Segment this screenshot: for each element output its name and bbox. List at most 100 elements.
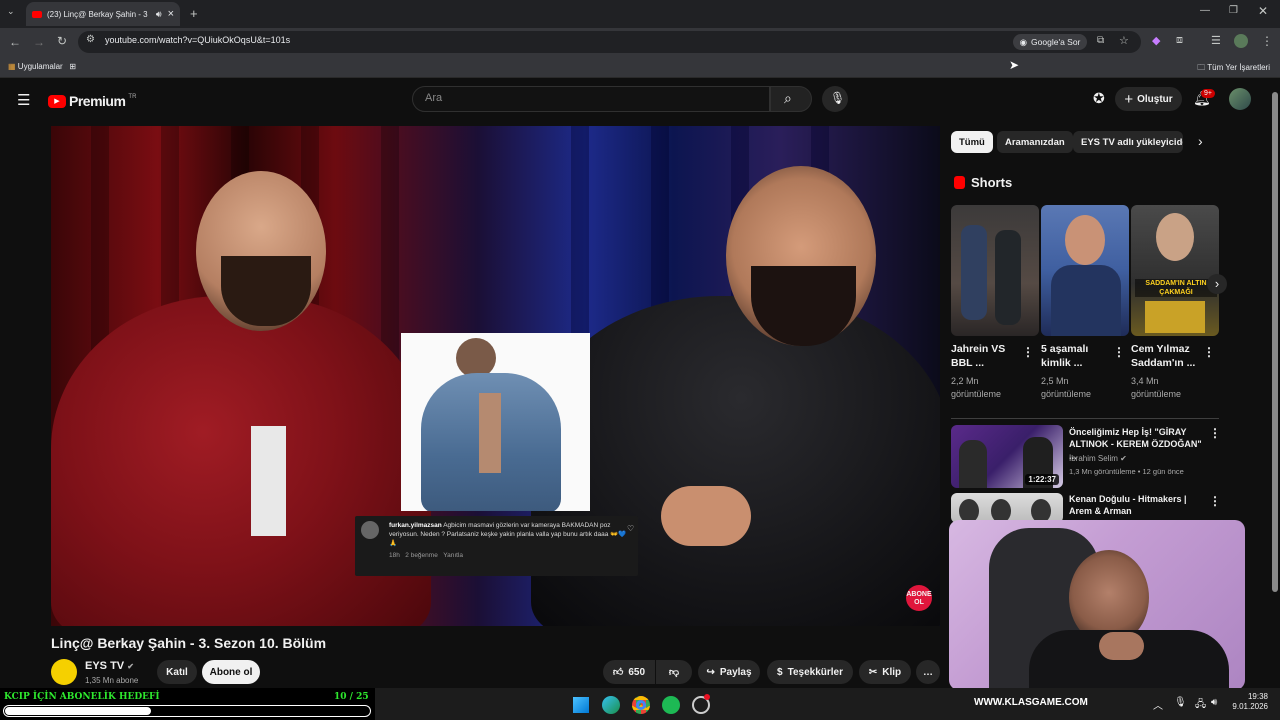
ask-google-button[interactable]: ◉ Google'a Sor [1013, 34, 1087, 50]
shorts-next-icon[interactable]: › [1207, 274, 1227, 294]
more-actions-button[interactable]: … [916, 660, 940, 684]
short-2-menu-icon[interactable]: ⋮ [1113, 345, 1125, 359]
join-button[interactable]: Katıl [157, 660, 197, 684]
divider [951, 418, 1219, 419]
create-button[interactable]: + Oluştur [1115, 87, 1182, 111]
thanks-label: Teşekkürler [787, 666, 843, 678]
share-button[interactable]: ↪ Paylaş [698, 660, 760, 684]
reload-icon[interactable]: ↻ [57, 34, 67, 48]
streamer-hand [1099, 632, 1144, 660]
short-thumb-2[interactable] [1041, 205, 1129, 336]
premium-gift-icon[interactable]: ✪ [1093, 90, 1105, 107]
comment-reply: Yanıtla [443, 552, 463, 560]
short-title-1[interactable]: Jahrein VS BBL ... [951, 342, 1027, 370]
reading-list-icon[interactable]: ☰ [1211, 34, 1221, 47]
chip-all[interactable]: Tümü [951, 131, 993, 153]
tab-close-icon[interactable]: × [168, 8, 174, 20]
bookmark-star-icon[interactable]: ☆ [1119, 34, 1129, 47]
rec-title-2[interactable]: Kenan Doğulu - Hitmakers | Arem & Arman [1069, 493, 1209, 517]
tab-list-icon[interactable]: ⌄ [7, 6, 15, 17]
all-bookmarks[interactable]: 🗀︎ Tüm Yer İşaretleri [1197, 62, 1270, 76]
tab-groups-icon[interactable]: ⊞ [69, 62, 76, 71]
short2-face [1065, 215, 1105, 265]
create-label: Oluştur [1137, 93, 1173, 105]
tray-volume-icon[interactable]: 🔊︎ [1211, 697, 1217, 708]
scrollbar-thumb[interactable] [1272, 92, 1278, 592]
install-icon[interactable]: ⧉ [1097, 35, 1104, 46]
short-title-2[interactable]: 5 aşamalı kimlik ... [1041, 342, 1117, 370]
clip-button[interactable]: ✂ Klip [859, 660, 911, 684]
chrome-menu-icon[interactable]: ⋮ [1261, 34, 1273, 48]
search-icon: ⌕ [784, 90, 792, 106]
voice-search-button[interactable]: 🎙︎ [822, 86, 848, 112]
app-notification-dot [704, 694, 710, 700]
windows-start-icon[interactable] [573, 697, 589, 713]
browser-tab[interactable]: (23) Linç@ Berkay Şahin - 3 🔊︎ × [26, 2, 180, 26]
folder-icon: 🗀︎ [1197, 63, 1206, 72]
short-1-menu-icon[interactable]: ⋮ [1022, 345, 1034, 359]
youtube-logo[interactable]: ▶ Premium TR [48, 93, 136, 109]
hamburger-menu-icon[interactable]: ☰ [17, 91, 30, 109]
short-views-2: 2,5 Mn görüntüleme [1041, 376, 1092, 399]
minimize-icon[interactable]: — [1200, 5, 1210, 16]
tray-chevron-icon[interactable]: ︿ [1153, 697, 1163, 712]
chip-from-uploader[interactable]: EYS TV adlı yükleyiciden [1073, 131, 1183, 153]
back-icon[interactable]: ← [9, 35, 21, 49]
tray-mic-icon[interactable]: 🎙︎ [1174, 697, 1187, 708]
tab-title: (23) Linç@ Berkay Şahin - 3 [47, 9, 148, 19]
thanks-button[interactable]: $ Teşekkürler [767, 660, 853, 684]
chip-from-search[interactable]: Aramanızdan [997, 131, 1073, 153]
search-button[interactable]: ⌕ [770, 86, 812, 112]
rec-1-menu-icon[interactable]: ⋮ [1209, 426, 1221, 440]
maximize-icon[interactable]: ❐ [1229, 5, 1238, 16]
chrome-icon[interactable] [632, 696, 650, 714]
extensions-puzzle-icon[interactable]: ⧈ [1176, 34, 1183, 47]
spotify-icon[interactable] [662, 696, 680, 714]
channel-name[interactable]: EYS TV ✔ [85, 660, 134, 672]
short-3-menu-icon[interactable]: ⋮ [1203, 345, 1215, 359]
rec-thumb-1[interactable]: 1:22:37 [951, 425, 1063, 488]
edge-icon[interactable] [602, 696, 620, 714]
overlay-comment: furkan.yilmazsan Agbicim masmavi gözleri… [355, 516, 638, 576]
rec1-figure-a [959, 440, 987, 488]
shorts-icon [954, 176, 965, 189]
clock-date: 9.01.2026 [1232, 702, 1268, 711]
rec-channel-1[interactable]: İbrahim Selim ✔ [1069, 454, 1127, 463]
rec-2-menu-icon[interactable]: ⋮ [1209, 494, 1221, 508]
gold-lighter [1145, 301, 1205, 333]
comment-likes: 2 beğenme [405, 552, 438, 560]
comment-heart-icon: ♡ [627, 524, 635, 533]
close-window-icon[interactable]: ✕ [1258, 4, 1268, 18]
speaker-icon[interactable]: 🔊︎ [156, 9, 162, 20]
short-views-1: 2,2 Mn görüntüleme [951, 376, 1002, 399]
short-thumb-3[interactable]: SADDAM'IN ALTIN ÇAKMAĞI [1131, 205, 1219, 336]
short1-figure-b [995, 230, 1021, 325]
forward-icon[interactable]: → [33, 35, 45, 49]
site-info-icon[interactable]: ⚙ [86, 34, 95, 45]
short-thumb-1[interactable] [951, 205, 1039, 336]
account-avatar[interactable] [1229, 88, 1251, 110]
dislike-button[interactable]: 👎︎ [656, 660, 692, 684]
verified-icon: ✔ [127, 662, 134, 671]
search-input[interactable]: Ara [412, 86, 770, 112]
goal-label: KCIP İÇİN ABONELİK HEDEFİ [4, 692, 160, 702]
url-text[interactable]: youtube.com/watch?v=QUiukOkOqsU&t=101s [105, 35, 290, 45]
guest-left-figure [51, 296, 431, 626]
overlay-instagram-photo [401, 333, 590, 511]
new-tab-button[interactable]: + [190, 6, 198, 21]
channel-avatar[interactable] [51, 659, 77, 685]
rec-thumb-2[interactable] [951, 493, 1063, 523]
subscribe-button[interactable]: Abone ol [202, 660, 260, 684]
extension-icon[interactable]: ◆ [1152, 34, 1160, 47]
like-button[interactable]: 👍︎ 650 [603, 660, 655, 684]
tray-network-icon[interactable]: 🖧 [1195, 697, 1206, 714]
comment-avatar [361, 521, 379, 539]
taskbar-clock[interactable]: 19:38 9.01.2026 [1222, 692, 1268, 712]
apps-bookmark[interactable]: ▦ Uygulamalar ⊞ [8, 62, 76, 71]
profile-avatar[interactable] [1234, 34, 1248, 48]
shorts-title: Shorts [971, 175, 1013, 190]
short-title-3[interactable]: Cem Yılmaz Saddam'ın ... [1131, 342, 1207, 370]
chips-next-icon[interactable]: › [1198, 133, 1203, 149]
thumbs-up-icon: 👍︎ [612, 667, 624, 678]
thanks-icon: $ [777, 666, 783, 678]
